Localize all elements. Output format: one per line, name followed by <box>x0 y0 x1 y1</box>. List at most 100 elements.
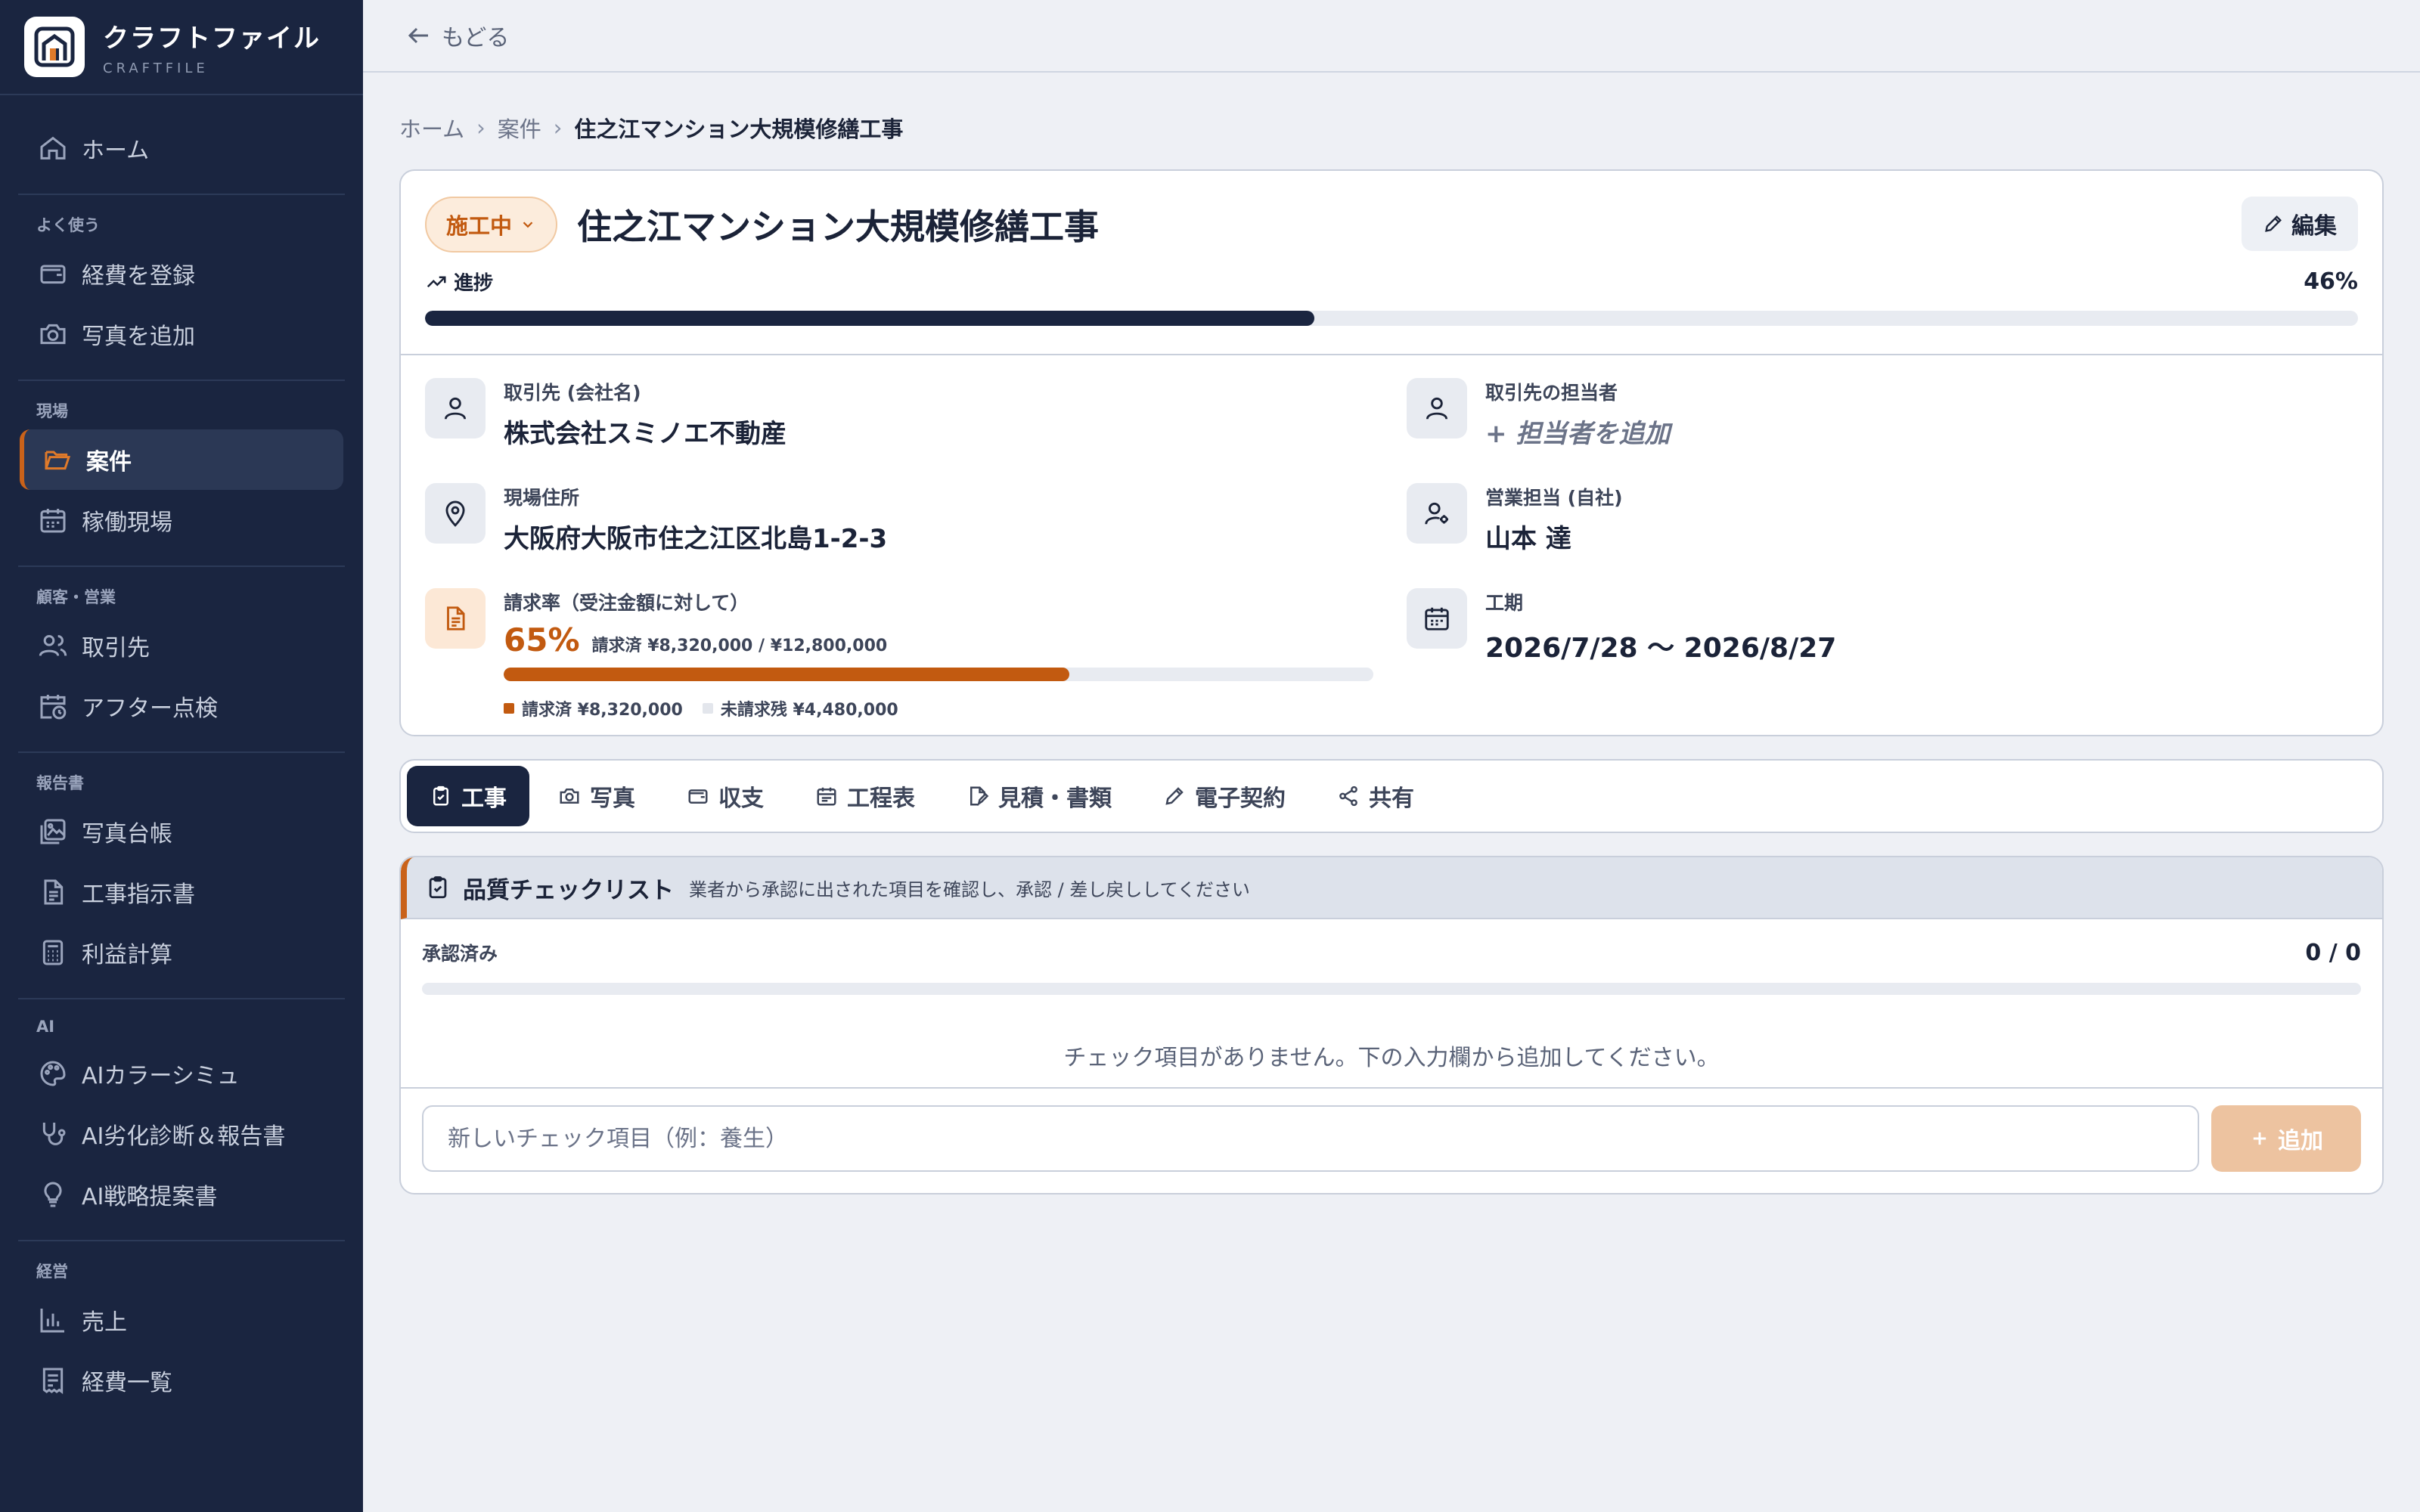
period-row: 工期 2026/7/28 〜 2026/8/27 <box>1406 588 2358 665</box>
billing-label: 請求率（受注金額に対して） <box>504 592 749 614</box>
user-cog-icon <box>1406 483 1467 544</box>
nav-photo-ledger[interactable]: 写真台帳 <box>20 801 343 862</box>
checklist-description: 業者から承認に出された項目を確認し、承認 / 差し戻ししてください <box>689 878 1250 900</box>
billed-legend: 請求済 ¥8,320,000 <box>522 701 683 720</box>
bar-chart-icon <box>40 1309 64 1333</box>
home-icon <box>40 136 66 160</box>
nav-work-order[interactable]: 工事指示書 <box>20 862 343 922</box>
unbilled-swatch <box>702 703 713 714</box>
tab-e-contract[interactable]: 電子契約 <box>1140 766 1308 826</box>
clipboard-check-icon <box>433 785 448 806</box>
nav-sales[interactable]: 売上 <box>20 1290 343 1350</box>
nav-projects[interactable]: 案件 <box>20 429 343 490</box>
nav-expense-list-label: 経費一覧 <box>82 1370 172 1396</box>
billing-bar-fill <box>504 668 1069 681</box>
add-check-item-button[interactable]: 追加 <box>2211 1105 2361 1172</box>
tab-photos[interactable]: 写真 <box>535 766 658 826</box>
nav-ai-diagnosis[interactable]: AI劣化診断＆報告書 <box>20 1104 343 1164</box>
images-icon <box>40 819 66 844</box>
address-row: 現場住所 大阪府大阪市住之江区北島1-2-3 <box>425 483 1407 555</box>
progress-label: 進捗 <box>454 272 494 295</box>
tab-estimates[interactable]: 見積・書類 <box>944 766 1134 826</box>
sidebar: クラフトファイル CRAFTFILE ホーム よく使う 経費を登録 写真を追加 … <box>0 0 363 1512</box>
client-contact-label: 取引先の担当者 <box>1485 382 1618 404</box>
client-row: 取引先 (会社名) 株式会社スミノエ不動産 <box>425 378 1407 450</box>
topbar: もどる <box>363 0 2420 73</box>
brand[interactable]: クラフトファイル CRAFTFILE <box>0 0 363 95</box>
nav-ai-color-label: AIカラーシミュ <box>82 1063 240 1089</box>
tab-label: 電子契約 <box>1195 785 1286 812</box>
lightbulb-icon <box>44 1182 62 1207</box>
nav-clients[interactable]: 取引先 <box>20 615 343 676</box>
nav-after-check-label: アフター点検 <box>82 696 218 722</box>
pen-icon <box>1165 787 1184 805</box>
new-check-item-input[interactable] <box>422 1105 2199 1172</box>
nav-ai-color[interactable]: AIカラーシミュ <box>20 1043 343 1104</box>
user-icon <box>1406 378 1467 438</box>
tab-schedule[interactable]: 工程表 <box>793 766 938 826</box>
nav-section-clients: 顧客・営業 <box>36 588 116 606</box>
share-icon <box>1339 785 1357 807</box>
nav-ai-strategy[interactable]: AI戦略提案書 <box>20 1164 343 1225</box>
back-button[interactable]: もどる <box>405 19 509 52</box>
breadcrumb-separator: › <box>553 115 563 141</box>
edit-label: 編集 <box>2291 213 2337 240</box>
tab-label: 見積・書類 <box>998 785 1112 812</box>
nav-profit-calc[interactable]: 利益計算 <box>20 922 343 983</box>
breadcrumb-home[interactable]: ホーム <box>399 112 464 144</box>
calendar-icon <box>40 509 66 533</box>
period-value: 2026/7/28 〜 2026/8/27 <box>1485 633 1837 664</box>
client-value: 株式会社スミノエ不動産 <box>504 419 786 449</box>
nav-expense-register[interactable]: 経費を登録 <box>20 243 343 304</box>
nav-active-sites[interactable]: 稼働現場 <box>20 490 343 550</box>
nav-work-order-label: 工事指示書 <box>82 881 195 908</box>
nav-home[interactable]: ホーム <box>20 118 343 178</box>
nav-profit-calc-label: 利益計算 <box>82 942 172 968</box>
wallet-icon <box>688 789 708 804</box>
calculator-icon <box>42 940 64 965</box>
folder-open-icon <box>45 451 71 470</box>
billed-swatch <box>504 703 514 714</box>
breadcrumb-projects[interactable]: 案件 <box>498 112 541 144</box>
status-label: 施工中 <box>446 213 513 239</box>
app-name: クラフトファイル <box>103 23 321 54</box>
tab-label: 工事 <box>461 785 507 812</box>
progress-bar <box>425 311 2358 326</box>
edit-button[interactable]: 編集 <box>2242 197 2358 251</box>
add-contact-link[interactable]: + 担当者を追加 <box>1485 413 1670 450</box>
wallet-icon <box>40 265 66 284</box>
clipboard-check-icon <box>429 876 447 899</box>
nav-section-site: 現場 <box>36 402 68 420</box>
nav-photo-ledger-label: 写真台帳 <box>82 821 172 847</box>
sales-rep-value: 山本 達 <box>1485 524 1571 554</box>
unbilled-legend: 未請求残 ¥4,480,000 <box>720 701 898 720</box>
billing-bar <box>504 668 1373 681</box>
nav-after-check[interactable]: アフター点検 <box>20 676 343 736</box>
nav-expense-register-label: 経費を登録 <box>82 263 195 290</box>
nav-add-photo[interactable]: 写真を追加 <box>20 304 343 364</box>
approved-count: 0 / 0 <box>2305 939 2361 966</box>
camera-icon <box>560 789 579 804</box>
tab-share[interactable]: 共有 <box>1314 766 1437 826</box>
document-icon <box>44 879 64 905</box>
camera-icon <box>40 324 66 345</box>
progress-bar-fill <box>425 311 1314 326</box>
back-label: もどる <box>442 25 510 51</box>
status-dropdown[interactable]: 施工中 <box>425 197 558 253</box>
tab-finance[interactable]: 収支 <box>664 766 786 826</box>
file-edit-icon <box>970 786 989 806</box>
checklist-header: 品質チェックリスト 業者から承認に出された項目を確認し、承認 / 差し戻ししてく… <box>401 857 2382 919</box>
checklist-title: 品質チェックリスト <box>463 876 674 904</box>
main-content: ホーム › 案件 › 住之江マンション大規模修繕工事 施工中 住之江マンション大… <box>399 73 2384 1194</box>
nav-ai-strategy-label: AI戦略提案書 <box>82 1184 218 1210</box>
nav-expense-list[interactable]: 経費一覧 <box>20 1350 343 1411</box>
tab-construction[interactable]: 工事 <box>407 766 529 826</box>
tab-label: 収支 <box>718 785 764 812</box>
add-button-label: 追加 <box>2278 1128 2323 1154</box>
nav-add-photo-label: 写真を追加 <box>82 324 195 350</box>
users-icon <box>39 635 67 656</box>
project-title: 住之江マンション大規模修繕工事 <box>577 206 1100 247</box>
sales-rep-row: 営業担当 (自社) 山本 達 <box>1406 483 2358 555</box>
nav-clients-label: 取引先 <box>82 635 150 662</box>
tab-bar: 工事 写真 収支 工程表 見積・書類 電子契約 共有 <box>399 759 2384 833</box>
